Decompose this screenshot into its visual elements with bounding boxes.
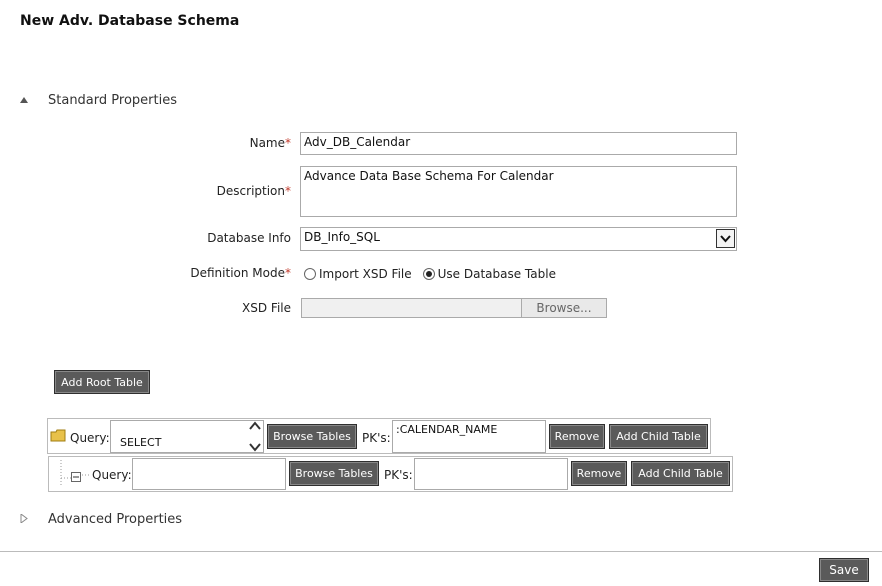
- scroll-up-icon[interactable]: [249, 421, 261, 431]
- definition-mode-group: Import XSD File Use Database Table: [304, 267, 556, 281]
- radio-use-database-table-label[interactable]: Use Database Table: [438, 267, 556, 281]
- standard-properties-toggle[interactable]: Standard Properties: [20, 93, 177, 108]
- chevron-down-icon[interactable]: [716, 229, 735, 248]
- child-pks-label: PK's:: [384, 468, 413, 482]
- standard-properties-label: Standard Properties: [48, 93, 177, 108]
- child-query-label: Query:: [92, 468, 132, 482]
- root-pks-value: :CALENDAR_NAME: [396, 423, 498, 436]
- definition-mode-label: Definition Mode*: [91, 266, 291, 280]
- page-title: New Adv. Database Schema: [20, 13, 240, 29]
- root-browse-tables-button[interactable]: Browse Tables: [267, 424, 357, 449]
- name-label-text: Name: [249, 136, 285, 150]
- radio-selected-dot: [425, 271, 432, 277]
- advanced-properties-toggle[interactable]: Advanced Properties: [20, 512, 182, 527]
- tree-minus-icon[interactable]: [71, 472, 82, 486]
- description-field[interactable]: Advance Data Base Schema For Calendar: [300, 166, 737, 217]
- folder-icon: [50, 429, 67, 445]
- root-query-value: SELECT CALENDAR_NAME,CALE: [113, 436, 242, 452]
- root-pks-label: PK's:: [362, 431, 391, 445]
- xsd-file-label: XSD File: [242, 301, 291, 315]
- database-info-value: DB_Info_SQL: [304, 230, 380, 244]
- child-pks-input[interactable]: [414, 458, 568, 490]
- root-add-child-table-button[interactable]: Add Child Table: [609, 424, 708, 449]
- description-label-text: Description: [216, 184, 285, 198]
- scroll-down-icon[interactable]: [249, 442, 261, 452]
- save-button[interactable]: Save: [819, 558, 869, 582]
- collapse-triangle-icon: [20, 96, 48, 106]
- required-marker: *: [285, 184, 291, 198]
- root-query-scrollbar[interactable]: [247, 421, 263, 452]
- radio-import-xsd-label[interactable]: Import XSD File: [319, 267, 412, 281]
- add-root-table-button[interactable]: Add Root Table: [54, 370, 150, 394]
- footer-bar: [0, 551, 882, 586]
- tree-connector: [82, 467, 92, 482]
- root-pks-input[interactable]: :CALENDAR_NAME: [392, 420, 546, 453]
- required-marker: *: [285, 266, 291, 280]
- advanced-properties-label: Advanced Properties: [48, 512, 183, 527]
- root-query-label: Query:: [70, 431, 110, 445]
- expand-triangle-icon: [20, 513, 48, 525]
- name-field[interactable]: Adv_DB_Calendar: [300, 132, 737, 155]
- root-query-input[interactable]: SELECT CALENDAR_NAME,CALE: [110, 420, 264, 453]
- radio-import-xsd[interactable]: [304, 268, 316, 280]
- child-remove-button[interactable]: Remove: [571, 461, 627, 486]
- child-add-child-table-button[interactable]: Add Child Table: [631, 461, 730, 486]
- radio-use-database-table[interactable]: [422, 268, 435, 280]
- description-field-value: Advance Data Base Schema For Calendar: [304, 169, 554, 183]
- xsd-file-input[interactable]: Browse...: [301, 298, 607, 318]
- name-field-value: Adv_DB_Calendar: [304, 135, 411, 149]
- root-remove-button[interactable]: Remove: [549, 424, 605, 449]
- browse-button[interactable]: Browse...: [521, 298, 607, 318]
- description-label: Description*: [91, 184, 291, 198]
- name-label: Name*: [91, 136, 291, 150]
- required-marker: *: [285, 136, 291, 150]
- database-info-label: Database Info: [207, 231, 291, 245]
- database-info-select[interactable]: DB_Info_SQL: [300, 227, 737, 251]
- child-query-input[interactable]: [132, 458, 286, 490]
- child-browse-tables-button[interactable]: Browse Tables: [289, 461, 379, 486]
- definition-mode-label-text: Definition Mode: [190, 266, 285, 280]
